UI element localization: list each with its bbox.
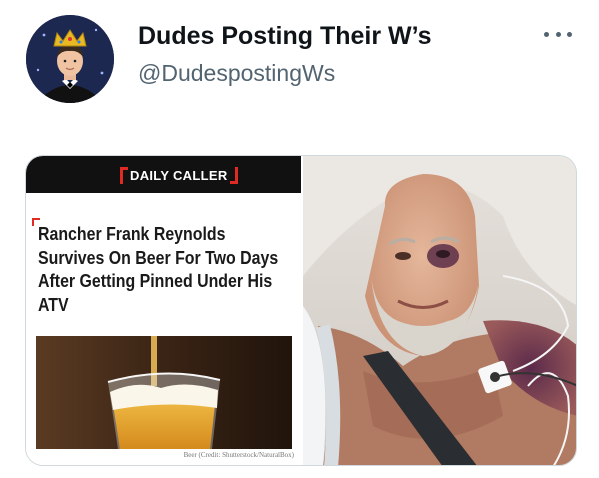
avatar[interactable] <box>26 15 114 103</box>
beer-glass-image <box>36 336 292 449</box>
avatar-crowned-man-icon <box>26 15 114 103</box>
publisher-logo: DAILY CALLER <box>120 166 238 184</box>
more-options-icon[interactable] <box>538 24 578 44</box>
logo-bracket-right <box>229 166 238 184</box>
more-dot <box>567 31 572 37</box>
publisher-banner: DAILY CALLER <box>26 156 301 193</box>
logo-bracket-left <box>120 166 128 184</box>
more-dot <box>544 31 549 37</box>
publisher-name: DAILY CALLER <box>130 167 228 183</box>
tweet: Dudes Posting Their W’s @DudespostingWs … <box>0 0 599 478</box>
user-handle[interactable]: @DudespostingWs <box>138 60 335 87</box>
article-headline: Rancher Frank Reynolds Survives On Beer … <box>38 223 279 315</box>
photo-credit: Beer (Credit: Shutterstock/NaturalBox) <box>183 451 294 459</box>
article-screenshot[interactable]: DAILY CALLER Rancher Frank Reynolds Surv… <box>26 156 301 465</box>
more-dot <box>555 31 561 37</box>
tweet-media[interactable]: DAILY CALLER Rancher Frank Reynolds Surv… <box>25 155 577 466</box>
display-name[interactable]: Dudes Posting Their W’s <box>138 22 432 51</box>
hospital-photo[interactable] <box>303 156 576 465</box>
